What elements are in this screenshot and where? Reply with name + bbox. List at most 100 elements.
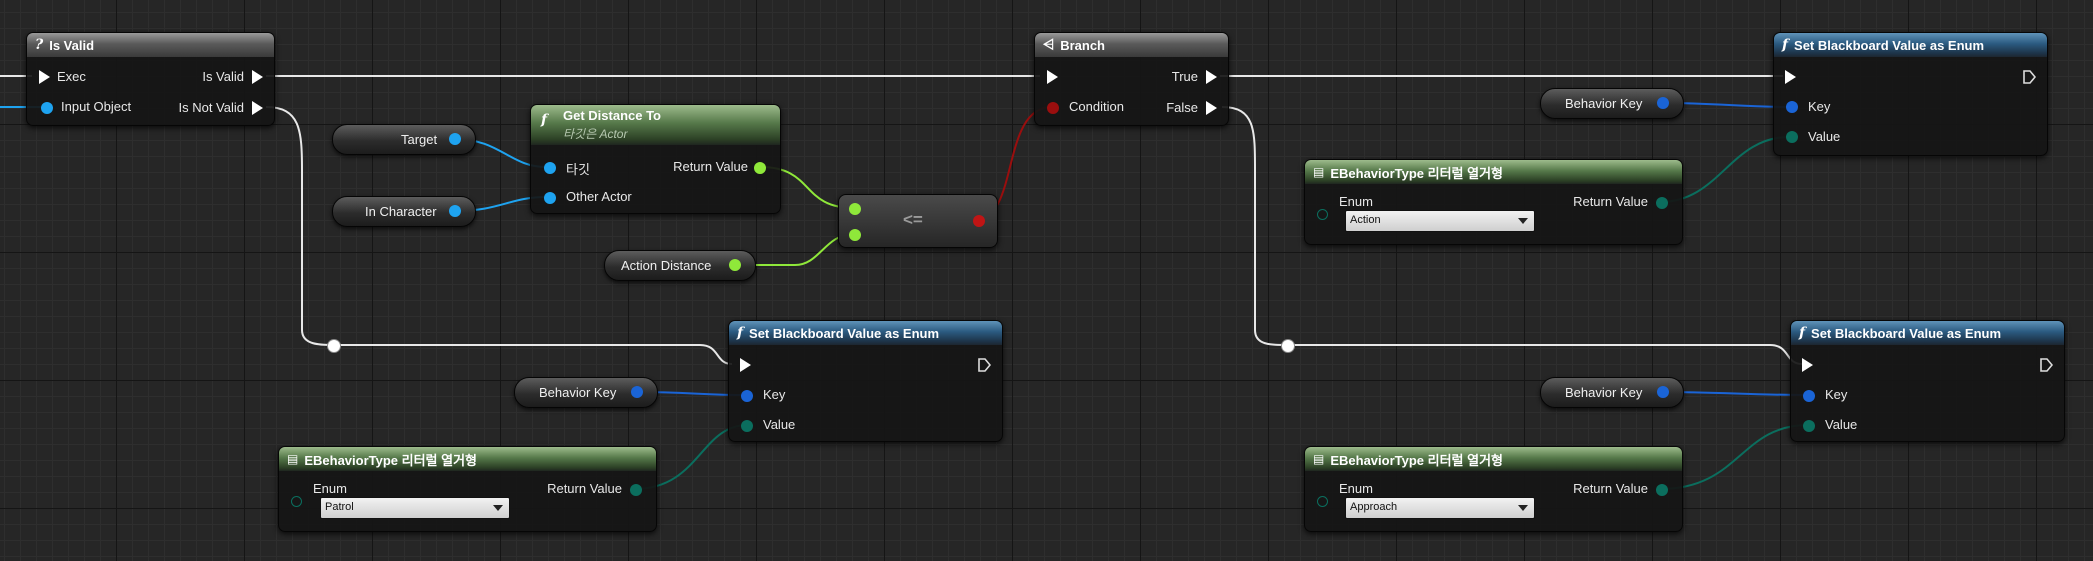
branch-node[interactable]: ⩤ Branch True Condition False (1034, 32, 1229, 126)
enum-approach-dropdown[interactable]: Approach (1345, 497, 1535, 519)
enum-patrol-input-pin[interactable] (291, 496, 302, 507)
set-bb-1-header: f Set Blackboard Value as Enum (729, 321, 1002, 345)
set-bb-1-key-pin[interactable] (741, 390, 753, 402)
reroute-knot-2[interactable] (1281, 339, 1295, 353)
branch-icon: ⩤ (1043, 37, 1055, 53)
enum-patrol-return-label: Return Value (547, 481, 622, 496)
enum-literal-patrol-node[interactable]: ▤ EBehaviorType 리터럴 열거형 Enum Patrol Retu… (278, 446, 657, 532)
compare-b-pin[interactable] (849, 229, 861, 241)
enum-patrol-dropdown[interactable]: Patrol (320, 497, 510, 519)
enum-action-title: EBehaviorType 리터럴 열거형 (1330, 165, 1504, 181)
set-bb-2-value-pin[interactable] (1803, 420, 1815, 432)
function-f-icon: f (737, 325, 744, 341)
target-self-label: 타깃 (566, 162, 590, 177)
enum-approach-input-pin[interactable] (1317, 496, 1328, 507)
enum-action-enum-label: Enum (1339, 194, 1373, 209)
reroute-knot-1[interactable] (327, 339, 341, 353)
enum-patrol-header: ▤ EBehaviorType 리터럴 열거형 (279, 447, 656, 471)
enum-literal-icon: ▤ (287, 452, 299, 466)
compare-a-pin[interactable] (849, 203, 861, 215)
enum-action-selected: Action (1350, 214, 1381, 226)
behavior-key-2-label: Behavior Key (1565, 385, 1643, 400)
true-exec-out-pin[interactable] (1206, 70, 1217, 84)
input-object-pin[interactable] (41, 102, 53, 114)
set-bb-1-exec-in-pin[interactable] (740, 358, 751, 372)
enum-action-return-pin[interactable] (1656, 197, 1668, 209)
distance-return-pin[interactable] (754, 162, 766, 174)
is-valid-node[interactable]: ? Is Valid Exec Is Valid Input Object Is… (26, 32, 275, 126)
is-valid-exec-out-pin[interactable] (252, 70, 263, 84)
set-blackboard-enum-node-3[interactable]: f Set Blackboard Value as Enum Key Value (1773, 32, 2048, 156)
behavior-key-variable-3[interactable]: Behavior Key (1540, 88, 1684, 119)
branch-exec-in-pin[interactable] (1047, 70, 1058, 84)
chevron-down-icon (1518, 505, 1528, 511)
enum-literal-action-node[interactable]: ▤ EBehaviorType 리터럴 열거형 Enum Action Retu… (1304, 159, 1683, 245)
condition-label: Condition (1069, 99, 1124, 114)
set-bb-3-value-label: Value (1808, 129, 1841, 144)
set-bb-2-exec-out-pin[interactable] (2040, 358, 2053, 372)
behavior-key-2-pin[interactable] (1657, 386, 1669, 398)
enum-literal-approach-node[interactable]: ▤ EBehaviorType 리터럴 열거형 Enum Approach Re… (1304, 446, 1683, 532)
enum-literal-icon: ▤ (1313, 452, 1325, 466)
set-bb-1-exec-out-pin[interactable] (978, 358, 991, 372)
condition-pin[interactable] (1047, 102, 1059, 114)
input-object-label: Input Object (61, 99, 132, 114)
set-blackboard-enum-node-1[interactable]: f Set Blackboard Value as Enum Key Value (728, 320, 1003, 442)
target-variable-label: Target (401, 132, 438, 147)
set-bb-3-exec-in-pin[interactable] (1785, 70, 1796, 84)
target-variable[interactable]: Target (332, 124, 476, 155)
set-bb-3-key-pin[interactable] (1786, 101, 1798, 113)
set-bb-3-title: Set Blackboard Value as Enum (1794, 37, 1985, 53)
set-bb-2-value-label: Value (1825, 417, 1858, 432)
is-valid-out-label: Is Valid (202, 69, 244, 84)
is-not-valid-exec-out-pin[interactable] (252, 101, 263, 115)
blueprint-graph-canvas[interactable]: ? Is Valid Exec Is Valid Input Object Is… (0, 0, 2093, 561)
get-distance-to-node[interactable]: f Get Distance To 타깃은 Actor 타깃 Return Va… (530, 104, 781, 214)
function-f-icon: f (541, 112, 548, 128)
behavior-key-1-pin[interactable] (631, 386, 643, 398)
set-bb-2-header: f Set Blackboard Value as Enum (1791, 321, 2064, 345)
behavior-key-variable-2[interactable]: Behavior Key (1540, 377, 1684, 408)
chevron-down-icon (493, 505, 503, 511)
less-equal-node[interactable]: <= (838, 194, 998, 248)
enum-approach-enum-label: Enum (1339, 481, 1373, 496)
compare-out-pin[interactable] (973, 215, 985, 227)
set-bb-1-value-label: Value (763, 417, 796, 432)
less-equal-operator: <= (903, 210, 923, 229)
set-bb-2-exec-in-pin[interactable] (1802, 358, 1813, 372)
enum-patrol-return-pin[interactable] (630, 484, 642, 496)
enum-approach-title: EBehaviorType 리터럴 열거형 (1330, 452, 1504, 468)
set-bb-1-title: Set Blackboard Value as Enum (749, 325, 940, 341)
enum-patrol-title: EBehaviorType 리터럴 열거형 (304, 452, 478, 468)
in-character-variable-pin[interactable] (449, 205, 461, 217)
in-character-variable[interactable]: In Character (332, 196, 476, 227)
target-self-pin[interactable] (544, 162, 556, 174)
distance-return-label: Return Value (673, 159, 748, 174)
chevron-down-icon (1518, 218, 1528, 224)
is-not-valid-label: Is Not Valid (178, 100, 244, 115)
function-f-icon: f (1799, 325, 1806, 341)
set-bb-3-exec-out-pin[interactable] (2023, 70, 2036, 84)
in-character-variable-label: In Character (365, 204, 437, 219)
false-exec-out-pin[interactable] (1206, 101, 1217, 115)
target-variable-pin[interactable] (449, 133, 461, 145)
behavior-key-3-pin[interactable] (1657, 97, 1669, 109)
enum-approach-return-pin[interactable] (1656, 484, 1668, 496)
behavior-key-variable-1[interactable]: Behavior Key (514, 377, 658, 408)
enum-action-input-pin[interactable] (1317, 209, 1328, 220)
action-distance-variable-pin[interactable] (729, 259, 741, 271)
question-icon: ? (35, 37, 44, 53)
set-bb-3-key-label: Key (1808, 99, 1831, 114)
exec-in-pin[interactable] (39, 70, 50, 84)
set-bb-3-header: f Set Blackboard Value as Enum (1774, 33, 2047, 57)
set-bb-3-value-pin[interactable] (1786, 131, 1798, 143)
action-distance-variable-label: Action Distance (621, 258, 712, 273)
set-blackboard-enum-node-2[interactable]: f Set Blackboard Value as Enum Key Value (1790, 320, 2065, 442)
action-distance-variable[interactable]: Action Distance (604, 250, 756, 281)
set-bb-2-key-pin[interactable] (1803, 390, 1815, 402)
enum-action-dropdown[interactable]: Action (1345, 210, 1535, 232)
other-actor-pin[interactable] (544, 192, 556, 204)
get-distance-subtitle: 타깃은 Actor (563, 127, 628, 141)
enum-approach-return-label: Return Value (1573, 481, 1648, 496)
set-bb-1-value-pin[interactable] (741, 420, 753, 432)
